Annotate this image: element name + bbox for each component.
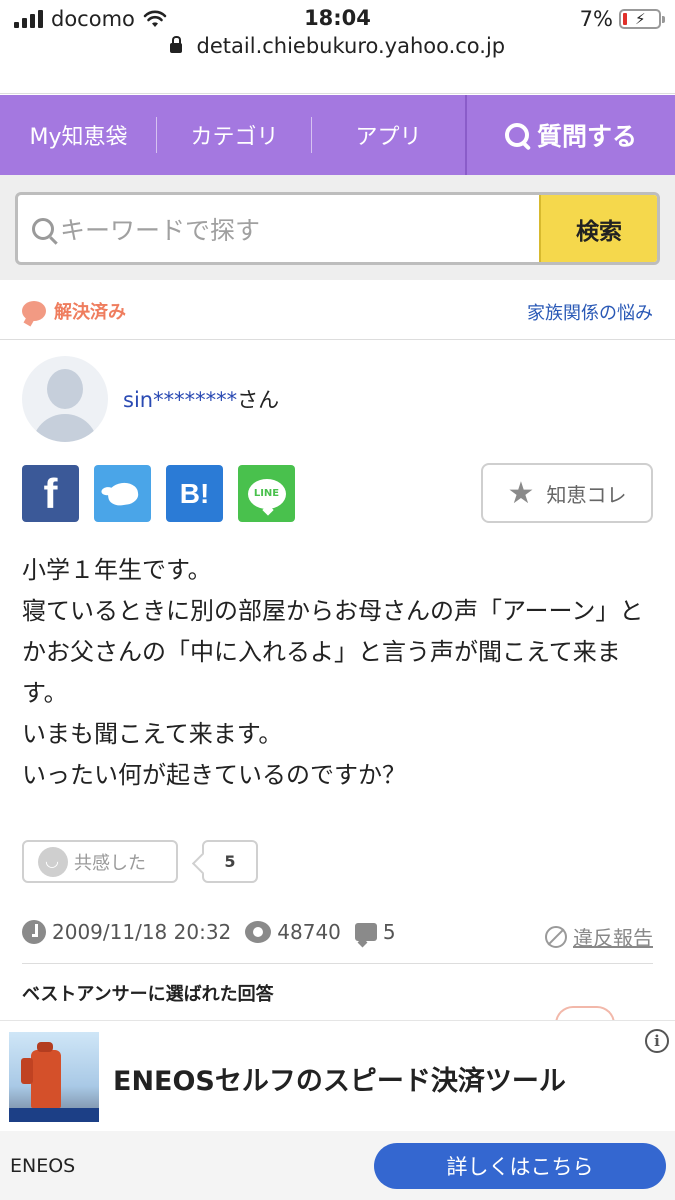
- category-link[interactable]: 家族関係の悩み: [527, 299, 653, 325]
- scrolled-header-remnant: [0, 64, 675, 94]
- ask-question-label: 質問する: [536, 122, 637, 151]
- status-bar: docomo 18:04 7% ⚡: [0, 0, 675, 36]
- clock-time: 18:04: [304, 6, 371, 30]
- question-line: 小学１年生です。: [22, 556, 212, 584]
- ad-sponsor: ENEOS: [10, 1155, 76, 1177]
- empathy-label: 共感した: [74, 852, 146, 874]
- user-honorific: さん: [237, 388, 280, 412]
- ad-cta-button[interactable]: 詳しくはこちら: [374, 1143, 666, 1189]
- empathy-count: 5: [202, 840, 258, 883]
- url-bar[interactable]: detail.chiebukuro.yahoo.co.jp: [0, 34, 675, 64]
- prohibited-icon: [545, 925, 567, 948]
- question-line: いまも聞こえて来ます。: [22, 720, 283, 748]
- battery-info: 7% ⚡: [579, 7, 665, 31]
- user-link[interactable]: sin********: [123, 388, 237, 412]
- search-q-icon: [504, 123, 529, 147]
- question-line: いったい何が起きているのですか？: [22, 761, 406, 789]
- hatena-icon: B!: [179, 477, 210, 509]
- share-buttons: f B! LINE: [22, 465, 295, 522]
- search-box: キーワードで探す 検索: [15, 192, 660, 265]
- url-text: detail.chiebukuro.yahoo.co.jp: [196, 34, 506, 58]
- ask-question-button[interactable]: 質問する: [465, 95, 675, 175]
- question-status-row: 解決済み 家族関係の悩み: [0, 280, 675, 340]
- page: docomo 18:04 7% ⚡ detail.chiebukuro.yaho…: [0, 0, 675, 1200]
- clock-icon: [22, 920, 46, 944]
- ad-title[interactable]: ENEOSセルフのスピード決済ツール: [113, 1059, 566, 1098]
- smile-icon: [38, 846, 68, 877]
- report-link[interactable]: 違反報告: [545, 922, 653, 951]
- hatena-bookmark-button[interactable]: B!: [166, 465, 223, 522]
- question-meta: 2009/11/18 20:32 48740 5: [22, 920, 396, 944]
- twitter-icon: [106, 480, 139, 507]
- facebook-icon: f: [43, 469, 58, 517]
- question-body: 小学１年生です。 寝ているときに別の部屋からお母さんの声「アーーン」とかお父さん…: [22, 550, 652, 796]
- question-line: 寝ているときに別の部屋からお母さんの声「アーーン」とかお父さんの「中に入れるよ」…: [22, 597, 644, 707]
- battery-icon: ⚡: [619, 9, 665, 29]
- twitter-share-button[interactable]: [94, 465, 151, 522]
- chiekore-label: 知恵コレ: [546, 482, 627, 507]
- ad-banner[interactable]: i ENEOSセルフのスピード決済ツール ENEOS 詳しくはこちら: [0, 1020, 675, 1200]
- best-answer-heading: ベストアンサーに選ばれた回答: [22, 984, 274, 1005]
- search-input[interactable]: キーワードで探す: [18, 195, 539, 262]
- view-icon: [245, 921, 272, 943]
- nav-item-app[interactable]: アプリ: [312, 95, 465, 175]
- ad-image[interactable]: [9, 1032, 99, 1122]
- report-label: 違反報告: [573, 926, 653, 950]
- ad-footer: ENEOS 詳しくはこちら: [0, 1131, 675, 1200]
- line-icon: LINE: [247, 478, 286, 509]
- main-nav: My知恵袋 カテゴリ アプリ 質問する: [0, 95, 675, 175]
- post-date: 2009/11/18 20:32: [52, 920, 232, 944]
- facebook-share-button[interactable]: f: [22, 465, 79, 522]
- questioner-name: sin********さん: [123, 384, 279, 414]
- nav-item-my-chiebukuro[interactable]: My知恵袋: [0, 95, 157, 175]
- avatar: [22, 356, 108, 442]
- search-placeholder: キーワードで探す: [60, 215, 261, 245]
- resolved-badge: 解決済み: [22, 298, 126, 324]
- star-icon: ★: [507, 475, 535, 511]
- search-icon: [32, 217, 54, 240]
- search-section: キーワードで探す 検索: [0, 175, 675, 280]
- battery-percent: 7%: [579, 7, 613, 31]
- answer-count: 5: [382, 920, 396, 944]
- view-count: 48740: [277, 920, 341, 944]
- comment-icon: [354, 923, 377, 941]
- speech-bubble-icon: [22, 301, 46, 321]
- resolved-label: 解決済み: [54, 302, 126, 323]
- nav-item-category[interactable]: カテゴリ: [157, 95, 312, 175]
- line-share-button[interactable]: LINE: [238, 465, 295, 522]
- ad-info-icon[interactable]: i: [645, 1029, 669, 1053]
- chiekore-button[interactable]: ★ 知恵コレ: [481, 463, 653, 523]
- empathy-button[interactable]: 共感した: [22, 840, 178, 883]
- search-button[interactable]: 検索: [539, 195, 657, 262]
- divider: [22, 963, 653, 964]
- lock-icon: [169, 36, 182, 53]
